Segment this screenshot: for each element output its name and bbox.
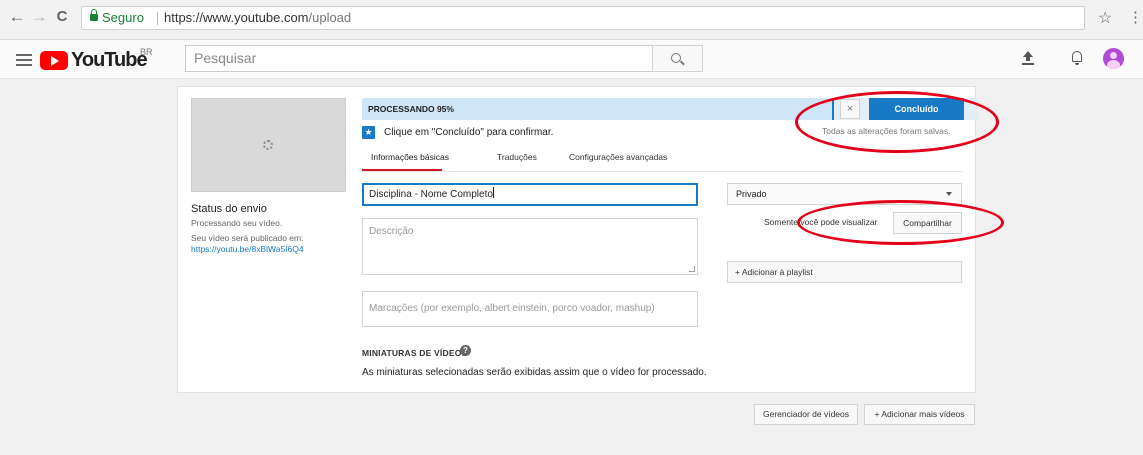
- search-input[interactable]: Pesquisar: [185, 45, 653, 72]
- thumbnails-note: As miniaturas selecionadas serão exibida…: [362, 367, 707, 378]
- lock-icon: [90, 9, 98, 23]
- annotation-ellipse-done: [795, 91, 999, 153]
- reload-icon[interactable]: C: [53, 7, 71, 27]
- menu-icon[interactable]: [16, 54, 32, 66]
- bookmark-star-icon[interactable]: ☆: [1098, 8, 1112, 28]
- back-icon[interactable]: ←: [8, 7, 26, 27]
- confirm-text: Clique em "Concluído" para confirmar.: [384, 127, 554, 138]
- chevron-down-icon: [946, 192, 952, 196]
- video-link[interactable]: https://youtu.be/8xBlWa5I6Q4: [191, 244, 304, 254]
- tags-field[interactable]: Marcações (por exemplo, albert einstein,…: [362, 291, 698, 327]
- browser-toolbar: ← → C Seguro https://www.youtube.com/upl…: [0, 0, 1143, 40]
- tab-basic-info[interactable]: Informações básicas: [371, 152, 449, 162]
- video-thumbnail: [191, 98, 346, 192]
- processing-progress-bar: PROCESSANDO 95%: [362, 98, 832, 120]
- upload-status-title: Status do envio: [191, 203, 267, 215]
- add-to-playlist-button[interactable]: + Adicionar à playlist: [727, 261, 962, 283]
- url-text: https://www.youtube.com/upload: [164, 10, 352, 25]
- help-icon[interactable]: ?: [460, 345, 471, 356]
- title-field[interactable]: Disciplina - Nome Completo: [362, 183, 698, 206]
- loading-spinner-icon: [263, 140, 273, 150]
- resize-handle-icon[interactable]: [689, 266, 695, 272]
- thumbnails-title: MINIATURAS DE VÍDEOS: [362, 348, 468, 358]
- tab-advanced-settings[interactable]: Configurações avançadas: [569, 152, 667, 162]
- account-avatar[interactable]: [1103, 48, 1124, 69]
- region-badge: BR: [140, 47, 153, 57]
- secure-label: Seguro: [102, 10, 144, 25]
- search-button[interactable]: [652, 45, 703, 72]
- tab-translations[interactable]: Traduções: [497, 152, 537, 162]
- publish-text: Seu vídeo será publicado em:: [191, 233, 304, 243]
- upload-icon[interactable]: [1022, 51, 1034, 66]
- annotation-ellipse-share: [797, 200, 1004, 245]
- video-manager-button[interactable]: Gerenciador de vídeos: [754, 404, 858, 425]
- add-more-videos-button[interactable]: + Adicionar mais vídeos: [864, 404, 975, 425]
- browser-menu-icon[interactable]: ⋮: [1128, 8, 1143, 26]
- description-field[interactable]: Descrição: [362, 218, 698, 275]
- youtube-play-icon: [40, 51, 68, 70]
- address-bar[interactable]: Seguro https://www.youtube.com/upload: [81, 6, 1085, 30]
- forward-icon[interactable]: →: [30, 7, 48, 27]
- star-icon: ★: [362, 126, 375, 139]
- processing-text: Processando seu vídeo.: [191, 218, 283, 228]
- notifications-icon[interactable]: [1071, 50, 1083, 66]
